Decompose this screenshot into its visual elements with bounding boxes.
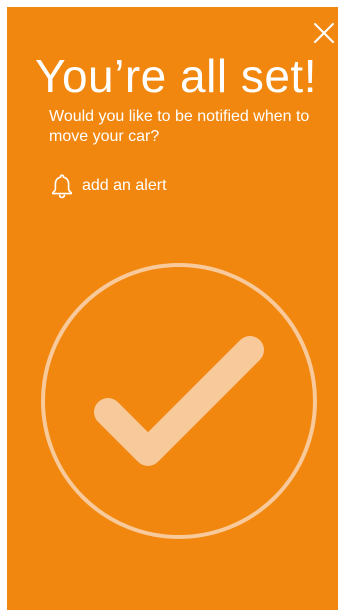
add-alert-label: add an alert xyxy=(82,177,167,194)
page-title: You’re all set! xyxy=(35,50,317,102)
bell-icon xyxy=(52,174,72,199)
checkmark-icon xyxy=(94,336,264,466)
add-alert-button[interactable]: add an alert xyxy=(50,172,167,200)
close-button[interactable] xyxy=(310,19,338,47)
confirmation-screen: You’re all set! Would you like to be not… xyxy=(7,7,338,610)
success-checkmark-graphic xyxy=(41,263,317,539)
notification-prompt: Would you like to be notified when to mo… xyxy=(49,108,310,145)
close-icon xyxy=(314,23,334,43)
checkmark-circle xyxy=(41,263,317,539)
